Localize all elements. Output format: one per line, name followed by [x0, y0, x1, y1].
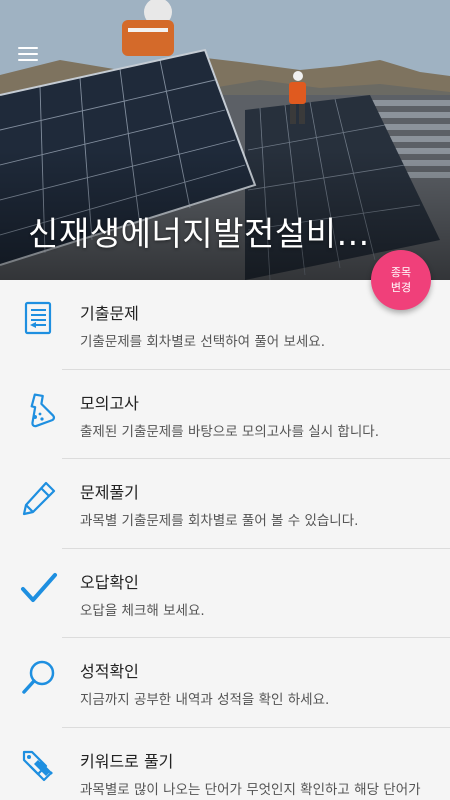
menu-list: 기출문제 기출문제를 회차별로 선택하여 풀어 보세요. 모의고사 출제된 기출… — [0, 280, 450, 800]
list-item-description: 과목별 기출문제를 회차별로 풀어 볼 수 있습니다. — [80, 513, 359, 529]
hamburger-menu-icon[interactable] — [18, 45, 40, 63]
change-subject-button[interactable]: 종목 변경 — [371, 250, 431, 310]
pencil-icon — [22, 481, 56, 516]
list-item-description: 지금까지 공부한 내역과 성적을 확인 하세요. — [80, 692, 330, 708]
change-subject-label-line2: 변경 — [390, 281, 412, 294]
tags-icon — [22, 750, 53, 781]
checkmark-icon — [21, 572, 57, 602]
list-item-keyword-solve[interactable]: 키워드로 풀기 과목별로 많이 나오는 단어가 무엇인지 확인하고 해당 단어가… — [0, 728, 450, 800]
flask-icon — [30, 392, 56, 427]
list-item-solve-problems[interactable]: 문제풀기 과목별 기출문제를 회차별로 풀어 볼 수 있습니다. — [0, 459, 450, 549]
list-item-description: 오답을 체크해 보세요. — [80, 602, 205, 619]
list-item-title: 키워드로 풀기 — [80, 751, 174, 771]
document-list-icon — [24, 301, 52, 335]
list-item-title: 모의고사 — [80, 393, 139, 413]
list-item-description: 과목별로 많이 나오는 단어가 무엇인지 확인하고 해당 단어가 나오는 문제들… — [80, 781, 421, 798]
magnifier-icon — [22, 660, 55, 694]
change-subject-label-line1: 종목 — [390, 266, 412, 279]
header-banner: 신재생에너지발전설비... — [0, 0, 450, 280]
list-item-mock-exam[interactable]: 모의고사 출제된 기출문제를 바탕으로 모의고사를 실시 합니다. — [0, 370, 450, 459]
list-item-title: 오답확인 — [80, 572, 139, 592]
list-item-check-score[interactable]: 성적확인 지금까지 공부한 내역과 성적을 확인 하세요. — [0, 638, 450, 728]
list-item-wrong-answers[interactable]: 오답확인 오답을 체크해 보세요. — [0, 549, 450, 638]
list-item-description: 출제된 기출문제를 바탕으로 모의고사를 실시 합니다. — [80, 423, 379, 440]
list-item-description: 기출문제를 회차별로 선택하여 풀어 보세요. — [80, 334, 326, 350]
list-item-title: 성적확인 — [80, 662, 139, 681]
list-item-title: 기출문제 — [80, 304, 139, 323]
page-title: 신재생에너지발전설비... — [28, 214, 370, 253]
list-item-title: 문제풀기 — [80, 483, 139, 502]
